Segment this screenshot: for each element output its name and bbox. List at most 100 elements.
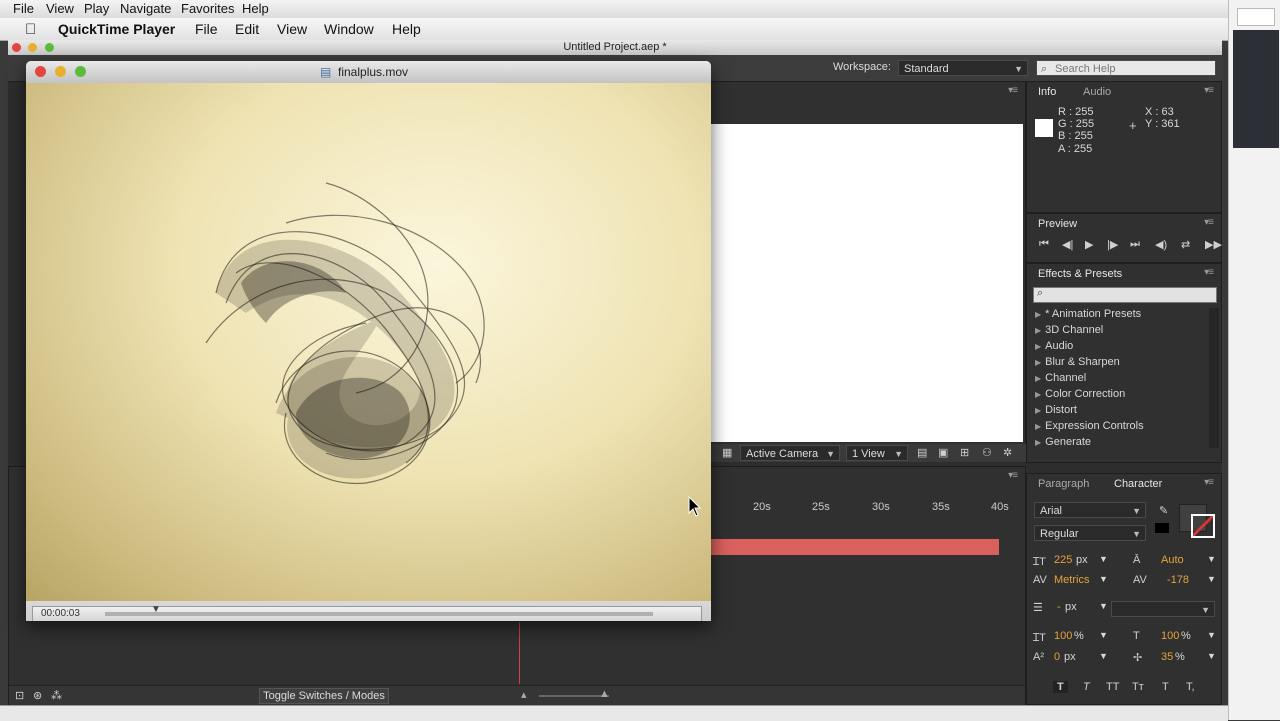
- next-frame-icon[interactable]: |▶: [1107, 238, 1118, 251]
- fast-preview-icon[interactable]: ▣: [938, 446, 948, 459]
- list-item[interactable]: ▶ Audio: [1035, 338, 1073, 354]
- app-name-menu[interactable]: QuickTime Player: [58, 21, 175, 37]
- stroke-style-select[interactable]: ▼: [1111, 601, 1215, 617]
- chevron-down-icon[interactable]: ▼: [1099, 601, 1108, 611]
- chevron-down-icon[interactable]: ▼: [1207, 554, 1216, 564]
- list-item[interactable]: ▶ * Animation Presets: [1035, 306, 1141, 322]
- effects-search-input[interactable]: ⌕: [1033, 287, 1217, 303]
- qt-menu-window[interactable]: Window: [324, 21, 374, 37]
- panel-menu-icon[interactable]: ▾≡: [1204, 477, 1214, 488]
- playhead-line[interactable]: [519, 622, 520, 684]
- transparency-grid-icon[interactable]: ▦: [722, 446, 732, 459]
- first-frame-icon[interactable]: ⏮: [1039, 238, 1049, 251]
- small-caps-button[interactable]: Tт: [1132, 681, 1144, 693]
- last-frame-icon[interactable]: ⏭: [1130, 238, 1140, 251]
- tab-audio[interactable]: Audio: [1083, 82, 1111, 102]
- scrubber-track[interactable]: 00:00:03 ▼: [32, 604, 702, 621]
- layout-icon[interactable]: ▤: [917, 446, 927, 459]
- progress-track[interactable]: [105, 612, 653, 616]
- tab-paragraph[interactable]: Paragraph: [1038, 474, 1089, 494]
- panel-menu-icon[interactable]: ▾≡: [1204, 217, 1214, 228]
- zoom-in-icon[interactable]: ▲: [599, 688, 610, 700]
- reset-exposure-icon[interactable]: ✲: [1003, 446, 1012, 459]
- all-caps-button[interactable]: TT: [1106, 681, 1119, 693]
- tracking-value[interactable]: -178: [1167, 574, 1189, 586]
- stroke-width-value[interactable]: -: [1057, 601, 1061, 613]
- list-item[interactable]: ▶ Distort: [1035, 402, 1077, 418]
- minimize-icon[interactable]: [55, 66, 66, 77]
- expand-icon[interactable]: ⁂: [51, 689, 62, 702]
- qt-menu-file[interactable]: File: [195, 21, 218, 37]
- menu-play[interactable]: Play: [84, 1, 109, 16]
- vertical-scale-value[interactable]: 100: [1054, 630, 1072, 642]
- chevron-down-icon[interactable]: ▼: [1207, 574, 1216, 584]
- chevron-down-icon[interactable]: ▼: [1099, 554, 1108, 564]
- camera-select[interactable]: Active Camera ▼: [740, 445, 840, 461]
- audio-icon[interactable]: ◀): [1155, 238, 1167, 251]
- prev-frame-icon[interactable]: ◀|: [1062, 238, 1073, 251]
- tab-character[interactable]: Character: [1114, 474, 1162, 494]
- leading-value[interactable]: Auto: [1161, 554, 1184, 566]
- play-icon[interactable]: ▶: [1085, 238, 1093, 251]
- horizontal-scale-value[interactable]: 100: [1161, 630, 1179, 642]
- stroke-color-swatch[interactable]: [1191, 514, 1215, 538]
- tab-info[interactable]: Info: [1038, 82, 1056, 102]
- chevron-down-icon[interactable]: ▼: [1099, 630, 1108, 640]
- ram-preview-icon[interactable]: ▶▶: [1205, 238, 1222, 251]
- menu-favorites[interactable]: Favorites: [181, 1, 234, 16]
- list-item[interactable]: ▶ Expression Controls: [1035, 418, 1144, 434]
- close-icon[interactable]: [12, 43, 21, 52]
- panel-menu-icon[interactable]: ▾≡: [1008, 470, 1018, 481]
- qt-titlebar[interactable]: ▤ finalplus.mov: [26, 61, 711, 83]
- baseline-shift-value[interactable]: 0: [1054, 651, 1060, 663]
- timeline-icon[interactable]: ⊞: [960, 446, 969, 459]
- zoom-out-icon[interactable]: ▴: [521, 688, 527, 701]
- tab-preview[interactable]: Preview: [1038, 214, 1077, 234]
- views-select[interactable]: 1 View ▼: [846, 445, 908, 461]
- zoom-icon[interactable]: [75, 66, 86, 77]
- layer-icon[interactable]: ⊛: [33, 689, 42, 702]
- chevron-down-icon[interactable]: ▼: [1099, 651, 1108, 661]
- panel-menu-icon[interactable]: ▾≡: [1204, 267, 1214, 278]
- faux-bold-button[interactable]: T: [1053, 681, 1068, 693]
- superscript-button[interactable]: T: [1162, 681, 1169, 693]
- panel-menu-icon[interactable]: ▾≡: [1204, 85, 1214, 96]
- font-family-select[interactable]: Arial ▼: [1034, 502, 1146, 518]
- comp-icon[interactable]: ⊡: [15, 689, 24, 702]
- scrollbar[interactable]: [1209, 308, 1219, 448]
- fill-color-black[interactable]: [1155, 523, 1169, 533]
- qt-menu-help[interactable]: Help: [392, 21, 421, 37]
- list-item[interactable]: ▶ Blur & Sharpen: [1035, 354, 1120, 370]
- list-item[interactable]: ▶ Generate: [1035, 434, 1091, 446]
- close-icon[interactable]: [35, 66, 46, 77]
- menu-help[interactable]: Help: [242, 1, 269, 16]
- menu-view[interactable]: View: [46, 1, 74, 16]
- zoom-icon[interactable]: [45, 43, 54, 52]
- menu-file[interactable]: File: [13, 1, 34, 16]
- list-item[interactable]: ▶ 3D Channel: [1035, 322, 1103, 338]
- flowchart-icon[interactable]: ⚇: [982, 446, 992, 459]
- menu-navigate[interactable]: Navigate: [120, 1, 171, 16]
- font-style-select[interactable]: Regular ▼: [1034, 525, 1146, 541]
- apple-icon[interactable]: : [25, 21, 36, 38]
- kerning-value[interactable]: Metrics: [1054, 574, 1089, 586]
- playhead-marker[interactable]: ▼: [151, 604, 161, 615]
- font-size-value[interactable]: 225: [1054, 554, 1072, 566]
- workspace-select[interactable]: Standard ▼: [898, 60, 1028, 76]
- layer-bar[interactable]: [709, 539, 999, 555]
- chevron-down-icon[interactable]: ▼: [1207, 630, 1216, 640]
- tsume-value[interactable]: 35: [1161, 651, 1173, 663]
- video-frame[interactable]: [26, 83, 711, 601]
- tab-effects-presets[interactable]: Effects & Presets: [1038, 264, 1122, 284]
- chevron-down-icon[interactable]: ▼: [1207, 651, 1216, 661]
- loop-icon[interactable]: ⇄: [1181, 238, 1190, 251]
- toggle-switches-button[interactable]: Toggle Switches / Modes: [259, 688, 389, 704]
- eyedropper-icon[interactable]: ✎: [1159, 504, 1168, 517]
- panel-menu-icon[interactable]: ▾≡: [1008, 85, 1018, 96]
- qt-menu-view[interactable]: View: [277, 21, 307, 37]
- composition-canvas[interactable]: [711, 124, 1023, 442]
- list-item[interactable]: ▶ Channel: [1035, 370, 1086, 386]
- time-ruler[interactable]: 20s 25s 30s 35s 40s: [709, 501, 1009, 515]
- search-help-input[interactable]: ⌕ Search Help: [1036, 60, 1216, 76]
- subscript-button[interactable]: T,: [1186, 681, 1195, 693]
